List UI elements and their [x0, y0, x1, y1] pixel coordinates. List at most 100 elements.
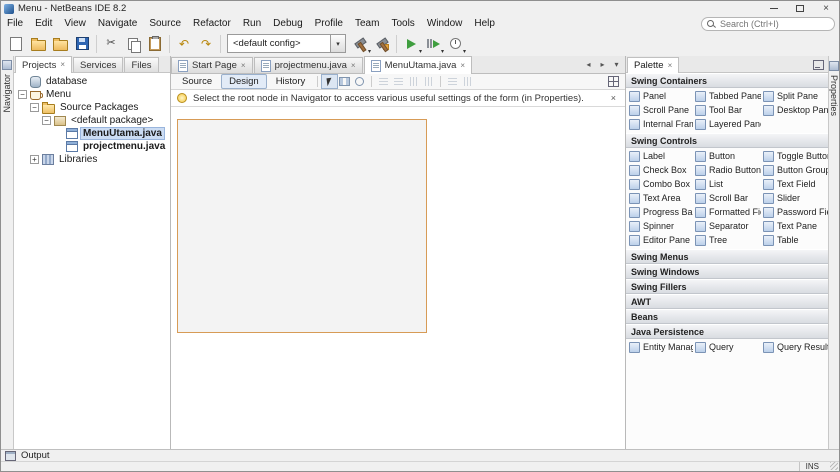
minus-handle-icon[interactable]: −	[42, 116, 51, 125]
palette-item-toggle-button[interactable]: Toggle Button	[763, 149, 828, 163]
palette-item-formatted-field[interactable]: Formatted Field	[695, 205, 761, 219]
open-project-button[interactable]	[49, 33, 71, 55]
palette-item-combo-box[interactable]: Combo Box	[629, 177, 693, 191]
palette-item-spinner[interactable]: Spinner	[629, 219, 693, 233]
align-right-button[interactable]	[391, 75, 406, 88]
palette-item-table[interactable]: Table	[763, 233, 828, 247]
tab-list-dropdown-icon[interactable]: ▾	[611, 58, 622, 70]
design-surface[interactable]	[171, 107, 625, 449]
palette-item-radio-button[interactable]: Radio Button	[695, 163, 761, 177]
menu-item-edit[interactable]: Edit	[29, 18, 58, 29]
tree-node-source-packages[interactable]: − Source Packages	[14, 101, 170, 114]
scroll-left-icon[interactable]: ◂	[583, 58, 594, 70]
clean-build-button[interactable]	[371, 33, 393, 55]
palette-section-java-persistence[interactable]: Java Persistence	[626, 324, 828, 339]
palette-item-separator[interactable]: Separator	[695, 219, 761, 233]
close-button[interactable]: ×	[813, 1, 839, 16]
editor-tab-projectmenu-java[interactable]: projectmenu.java ×	[253, 57, 363, 73]
palette-section-swing-containers[interactable]: Swing Containers	[626, 73, 828, 88]
menu-item-tools[interactable]: Tools	[385, 18, 420, 29]
source-view-button[interactable]: Source	[174, 74, 220, 89]
plus-handle-icon[interactable]: +	[30, 155, 39, 164]
new-project-button[interactable]	[27, 33, 49, 55]
palette-item-split-pane[interactable]: Split Pane	[763, 89, 828, 103]
profile-project-button[interactable]: ▾	[444, 33, 466, 55]
quick-search[interactable]	[701, 16, 835, 31]
grid-toggle-button[interactable]	[608, 76, 619, 87]
resize-grip[interactable]	[830, 462, 838, 470]
explorer-tab-projects[interactable]: Projects ×	[15, 56, 72, 73]
close-icon[interactable]: ×	[460, 61, 465, 70]
palette-item-list[interactable]: List	[695, 177, 761, 191]
tree-node-libraries[interactable]: + Libraries	[14, 153, 170, 166]
same-size-vertical-button[interactable]	[460, 75, 475, 88]
menu-item-refactor[interactable]: Refactor	[187, 18, 237, 29]
palette-section-swing-fillers[interactable]: Swing Fillers	[626, 279, 828, 294]
palette-item-scroll-pane[interactable]: Scroll Pane	[629, 103, 693, 117]
close-icon[interactable]: ×	[351, 61, 356, 70]
palette-item-label[interactable]: Label	[629, 149, 693, 163]
new-file-button[interactable]	[5, 33, 27, 55]
selection-mode-button[interactable]	[321, 74, 339, 89]
build-project-button[interactable]: ▾	[349, 33, 371, 55]
menu-item-source[interactable]: Source	[143, 18, 187, 29]
palette-item-button-group[interactable]: Button Group	[763, 163, 828, 177]
menu-item-help[interactable]: Help	[468, 18, 501, 29]
palette-item-password-field[interactable]: Password Field	[763, 205, 828, 219]
palette-item-slider[interactable]: Slider	[763, 191, 828, 205]
palette-item-text-field[interactable]: Text Field	[763, 177, 828, 191]
palette-section-swing-menus[interactable]: Swing Menus	[626, 249, 828, 264]
info-close-icon[interactable]: ×	[608, 93, 619, 103]
minimize-window-icon[interactable]	[813, 60, 824, 70]
palette-item-editor-pane[interactable]: Editor Pane	[629, 233, 693, 247]
output-bar[interactable]: Output	[1, 449, 839, 461]
connection-mode-button[interactable]	[337, 75, 352, 88]
paste-button[interactable]	[144, 33, 166, 55]
palette-section-swing-windows[interactable]: Swing Windows	[626, 264, 828, 279]
explorer-tab-files[interactable]: Files	[124, 57, 159, 72]
debug-project-button[interactable]: ▾	[422, 33, 444, 55]
align-left-button[interactable]	[376, 75, 391, 88]
scroll-right-icon[interactable]: ▸	[597, 58, 608, 70]
minus-handle-icon[interactable]: −	[18, 90, 27, 99]
editor-tab-menuutama-java[interactable]: MenuUtama.java ×	[363, 56, 473, 74]
palette-section-swing-controls[interactable]: Swing Controls	[626, 133, 828, 148]
close-icon[interactable]: ×	[241, 61, 246, 70]
align-bottom-button[interactable]	[421, 75, 436, 88]
preview-design-button[interactable]	[352, 75, 367, 88]
editor-tab-start-page[interactable]: Start Page ×	[171, 57, 253, 73]
search-input[interactable]	[702, 18, 834, 29]
menu-item-navigate[interactable]: Navigate	[92, 18, 143, 29]
menu-item-view[interactable]: View	[58, 18, 92, 29]
chevron-down-icon[interactable]: ▾	[330, 35, 345, 52]
copy-button[interactable]	[122, 33, 144, 55]
palette-section-awt[interactable]: AWT	[626, 294, 828, 309]
palette-item-tool-bar[interactable]: Tool Bar	[695, 103, 761, 117]
palette-item-text-pane[interactable]: Text Pane	[763, 219, 828, 233]
minus-handle-icon[interactable]: −	[30, 103, 39, 112]
maximize-button[interactable]	[787, 1, 813, 16]
close-icon[interactable]: ×	[60, 61, 65, 69]
menu-item-debug[interactable]: Debug	[267, 18, 308, 29]
palette-item-scroll-bar[interactable]: Scroll Bar	[695, 191, 761, 205]
palette-item-tree[interactable]: Tree	[695, 233, 761, 247]
design-view-button[interactable]: Design	[221, 74, 267, 89]
palette-item-check-box[interactable]: Check Box	[629, 163, 693, 177]
palette-item-tabbed-pane[interactable]: Tabbed Pane	[695, 89, 761, 103]
palette-item-internal-frame[interactable]: Internal Frame	[629, 117, 693, 131]
explorer-tab-services[interactable]: Services	[73, 57, 124, 72]
same-size-horizontal-button[interactable]	[445, 75, 460, 88]
palette-item-entity-manager[interactable]: Entity Manager	[629, 340, 693, 354]
palette-item-query-result[interactable]: Query Result	[763, 340, 828, 354]
close-icon[interactable]: ×	[668, 61, 673, 70]
minimize-button[interactable]	[761, 1, 787, 16]
menu-item-file[interactable]: File	[1, 18, 29, 29]
palette-item-progress-bar[interactable]: Progress Bar	[629, 205, 693, 219]
tree-node-default-package[interactable]: − <default package>	[14, 114, 170, 127]
tree-node-database[interactable]: database	[14, 75, 170, 88]
navigator-strip[interactable]: Navigator	[1, 56, 14, 449]
palette-item-query[interactable]: Query	[695, 340, 761, 354]
config-combobox[interactable]: <default config> ▾	[227, 34, 346, 53]
form-canvas[interactable]	[177, 119, 427, 333]
align-top-button[interactable]	[406, 75, 421, 88]
